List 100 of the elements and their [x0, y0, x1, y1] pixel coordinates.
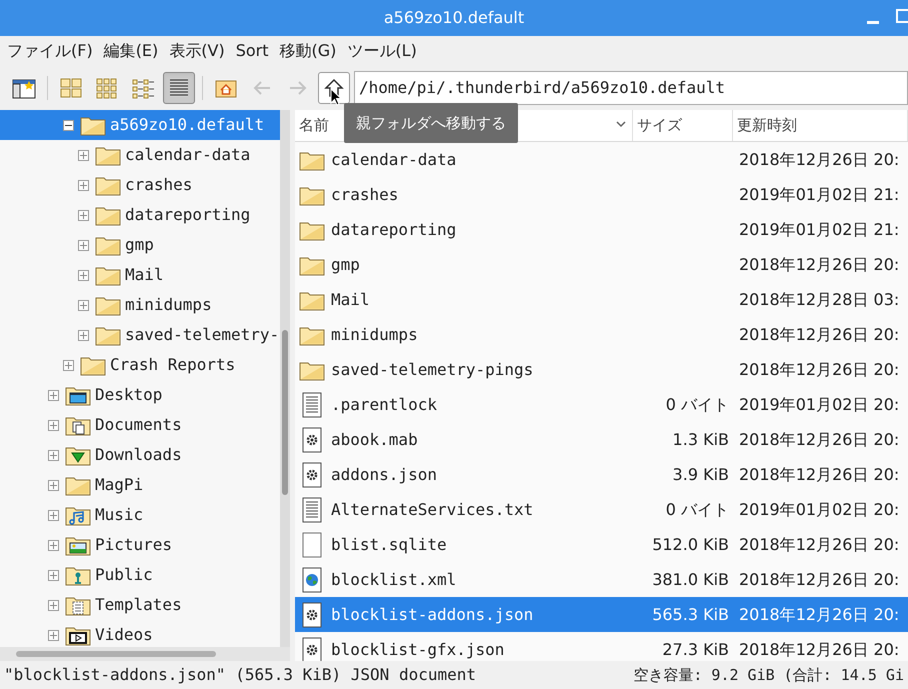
- expand-icon[interactable]: [78, 150, 89, 160]
- column-header[interactable]: 更新時刻: [737, 114, 797, 137]
- modified-date: 2019年01月02日 20:: [739, 500, 900, 518]
- expand-icon[interactable]: [48, 450, 59, 460]
- file-row[interactable]: addons.json 3.9 KiB 2018年12月26日 20:: [295, 457, 908, 492]
- expand-icon[interactable]: [48, 510, 59, 520]
- tree-item[interactable]: Music: [93, 500, 146, 530]
- modified-date: 2018年12月26日 20:: [739, 534, 900, 554]
- file-name: minidumps: [331, 324, 418, 346]
- modified-date: 2018年12月26日 20:: [739, 604, 900, 624]
- view-mode-icon: [59, 77, 83, 99]
- file-row[interactable]: gmp 2018年12月26日 20:: [295, 247, 908, 282]
- expand-icon[interactable]: [48, 390, 59, 400]
- file-size: 27.3 KiB: [662, 640, 729, 658]
- tree-item[interactable]: a569zo10.default: [0, 110, 280, 140]
- tree-item[interactable]: Crash Reports: [108, 350, 238, 380]
- file-name: blocklist-addons.json: [331, 604, 534, 626]
- expand-icon[interactable]: [48, 420, 59, 430]
- expand-icon[interactable]: [78, 180, 89, 190]
- tree-item[interactable]: calendar-data: [123, 140, 252, 170]
- free-space-text: 空き容量: 9.2 GiB (合計: 14.5 Gi: [633, 664, 904, 686]
- menu-item[interactable]: 編集(E): [100, 39, 162, 63]
- tree-item[interactable]: Desktop: [93, 380, 164, 410]
- tree-item[interactable]: minidumps: [123, 290, 214, 320]
- modified-date: 2018年12月26日 20:: [739, 360, 900, 378]
- menu-item[interactable]: ファイル(F): [3, 39, 97, 63]
- modified-date: 2019年01月02日 20:: [739, 394, 900, 414]
- expand-icon[interactable]: [48, 600, 59, 610]
- modified-date: 2018年12月26日 20:: [739, 254, 900, 274]
- file-row[interactable]: blocklist.xml 381.0 KiB 2018年12月26日 20:: [295, 562, 908, 597]
- file-name: crashes: [331, 184, 398, 206]
- file-size: 512.0 KiB: [652, 534, 729, 554]
- file-row[interactable]: abook.mab 1.3 KiB 2018年12月26日 20:: [295, 422, 908, 457]
- tree-item[interactable]: Pictures: [93, 530, 174, 560]
- expand-icon[interactable]: [48, 570, 59, 580]
- file-name: datareporting: [331, 218, 456, 240]
- file-row[interactable]: datareporting 2019年01月02日 21:: [295, 212, 908, 247]
- expand-icon[interactable]: [78, 270, 89, 280]
- tree-item[interactable]: gmp: [123, 230, 156, 260]
- modified-date: 2018年12月26日 20:: [739, 150, 900, 168]
- modified-date: 2018年12月26日 20:: [739, 464, 900, 484]
- file-name: AlternateServices.txt: [331, 498, 534, 520]
- maximize-icon[interactable]: [896, 9, 908, 23]
- menu-item[interactable]: 表示(V): [165, 39, 229, 63]
- expand-icon[interactable]: [78, 330, 89, 340]
- column-header[interactable]: サイズ: [637, 114, 682, 137]
- tree-item[interactable]: Public: [93, 560, 155, 590]
- tree-item[interactable]: Mail: [123, 260, 166, 290]
- file-name: calendar-data: [331, 148, 456, 170]
- view-mode-button[interactable]: [163, 72, 195, 104]
- file-row[interactable]: Mail 2018年12月28日 03:: [295, 282, 908, 317]
- path-field[interactable]: /home/pi/.thunderbird/a569zo10.default: [354, 71, 908, 105]
- file-size: 565.3 KiB: [652, 604, 729, 624]
- sort-caret-icon: [616, 121, 626, 128]
- file-row[interactable]: crashes 2019年01月02日 21:: [295, 177, 908, 212]
- view-mode-icon: [95, 77, 119, 99]
- modified-date: 2018年12月26日 20:: [739, 324, 900, 344]
- file-row[interactable]: minidumps 2018年12月26日 20:: [295, 317, 908, 352]
- file-size: 381.0 KiB: [652, 570, 729, 588]
- new-window-icon: [12, 77, 36, 99]
- expand-icon[interactable]: [48, 540, 59, 550]
- menu-item[interactable]: Sort: [232, 39, 273, 63]
- expand-icon[interactable]: [48, 480, 59, 490]
- file-name: Mail: [331, 288, 370, 310]
- tree-item[interactable]: Documents: [93, 410, 184, 440]
- expand-icon[interactable]: [78, 240, 89, 250]
- file-size: 3.9 KiB: [672, 464, 729, 484]
- tree-item[interactable]: Downloads: [93, 440, 184, 470]
- status-text: "blocklist-addons.json" (565.3 KiB) JSON document: [4, 664, 476, 686]
- expand-icon[interactable]: [78, 210, 89, 220]
- file-row[interactable]: blocklist-addons.json 565.3 KiB 2018年12月26日 20:: [295, 597, 908, 632]
- tree-item[interactable]: saved-telemetry-: [123, 320, 280, 350]
- expand-icon[interactable]: [63, 360, 74, 370]
- menu-item[interactable]: ツール(L): [343, 39, 421, 63]
- tree-item[interactable]: Videos: [93, 620, 155, 647]
- collapse-icon[interactable]: [63, 120, 74, 130]
- file-row[interactable]: calendar-data 2018年12月26日 20:: [295, 142, 908, 177]
- modified-date: 2019年01月02日 21:: [739, 184, 900, 204]
- file-name: saved-telemetry-pings: [331, 358, 534, 380]
- file-name: gmp: [331, 254, 360, 276]
- file-row[interactable]: .parentlock 0 バイト 2019年01月02日 20:: [295, 387, 908, 422]
- tooltip: 親フォルダへ移動する: [344, 103, 518, 143]
- tree-item[interactable]: MagPi: [93, 470, 146, 500]
- file-row[interactable]: blocklist-gfx.json 27.3 KiB 2018年12月26日 20:: [295, 632, 908, 661]
- expand-icon[interactable]: [48, 630, 59, 640]
- column-header[interactable]: 名前: [299, 114, 329, 137]
- tree-item[interactable]: datareporting: [123, 200, 252, 230]
- file-row[interactable]: AlternateServices.txt 0 バイト 2019年01月02日 20:: [295, 492, 908, 527]
- tree-item[interactable]: crashes: [123, 170, 194, 200]
- horizontal-scrollbar[interactable]: [0, 647, 290, 661]
- tree-item[interactable]: Templates: [93, 590, 184, 620]
- file-row[interactable]: saved-telemetry-pings 2018年12月26日 20:: [295, 352, 908, 387]
- file-row[interactable]: blist.sqlite 512.0 KiB 2018年12月26日 20:: [295, 527, 908, 562]
- file-name: addons.json: [331, 464, 437, 486]
- scrollbar[interactable]: [280, 110, 290, 647]
- menu-item[interactable]: 移動(G): [276, 39, 340, 63]
- modified-date: 2018年12月26日 20:: [739, 640, 900, 658]
- expand-icon[interactable]: [78, 300, 89, 310]
- file-name: blist.sqlite: [331, 534, 447, 556]
- pointer-icon: [330, 88, 342, 106]
